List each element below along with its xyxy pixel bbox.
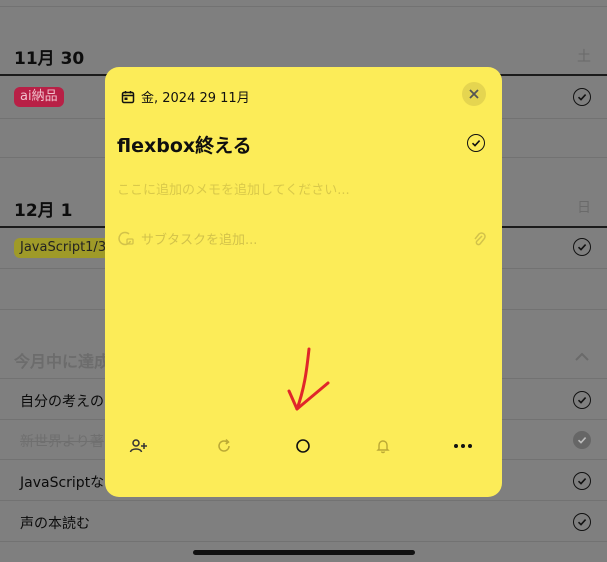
task-toolbar [105,431,502,461]
completed-checkbox[interactable] [573,431,591,449]
check-icon [577,244,587,251]
complete-checkbox[interactable] [573,391,591,409]
note-input[interactable]: ここに追加のメモを追加してください... [117,179,350,198]
list-item[interactable]: JavaScriptな [20,472,104,492]
more-icon [454,444,472,448]
check-icon [577,478,587,485]
task-detail-modal: 金, 2024 29 11月 flexbox終える ここに追加のメモを追加してく… [105,67,502,497]
paperclip-icon[interactable] [472,231,486,247]
chevron-up-icon[interactable] [575,352,589,362]
section-title: 今月中に達成 [14,352,111,371]
complete-task-checkbox[interactable] [467,134,485,152]
check-icon [577,397,587,404]
circle-icon [296,439,310,453]
date-header-dec1: 12月 1 [14,201,73,221]
tag-ai[interactable]: ai納品 [14,87,64,107]
due-date-text: 金, 2024 29 11月 [141,91,250,106]
divider [0,541,607,542]
complete-checkbox[interactable] [573,472,591,490]
complete-checkbox[interactable] [573,513,591,531]
list-item[interactable]: 声の本読む [20,513,90,533]
repeat-button[interactable] [209,431,239,461]
subtask-input[interactable]: サブタスクを追加... [117,229,257,248]
check-icon [577,519,587,526]
complete-checkbox[interactable] [573,88,591,106]
add-person-icon [129,439,147,453]
subtask-placeholder: サブタスクを追加... [141,233,258,248]
list-item[interactable]: 自分の考えの [20,391,104,411]
priority-button[interactable] [288,431,318,461]
check-icon [577,94,587,101]
weekday-label: 日 [577,200,591,216]
list-item-done[interactable]: 新世界より著 [20,431,104,451]
divider [0,6,607,7]
weekday-label: 土 [577,49,591,65]
bell-icon [376,440,390,454]
check-icon [577,437,587,444]
reminder-button[interactable] [368,431,398,461]
due-date[interactable]: 金, 2024 29 11月 [121,87,250,106]
repeat-icon [218,438,230,452]
home-indicator[interactable] [193,550,415,555]
close-button[interactable] [462,82,486,106]
annotation-arrow [287,347,330,411]
calendar-icon [121,90,135,103]
check-icon [471,140,481,147]
more-button[interactable] [448,431,478,461]
close-icon [469,89,479,99]
add-subtask-icon [118,231,134,245]
assign-button[interactable] [124,431,154,461]
divider [0,500,607,501]
task-title[interactable]: flexbox終える [117,131,252,158]
tag-javascript[interactable]: JavaScript1/3 [14,238,113,258]
complete-checkbox[interactable] [573,238,591,256]
date-header-nov30: 11月 30 [14,49,85,69]
